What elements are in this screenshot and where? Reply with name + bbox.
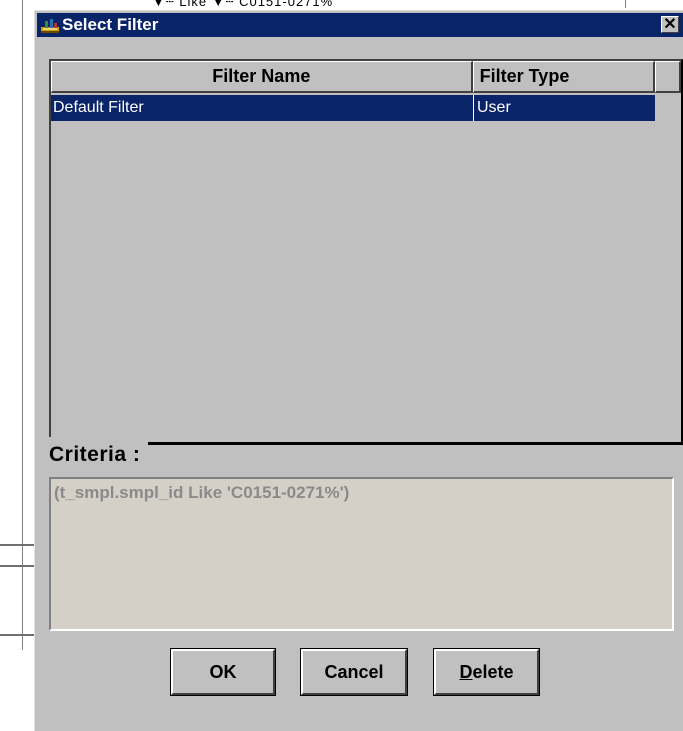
column-header-filter-name[interactable]: Filter Name — [51, 61, 473, 93]
filter-list[interactable]: Filter Name Filter Type Default Filter U… — [49, 59, 683, 445]
background-divider — [625, 0, 626, 8]
ok-button[interactable]: OK — [170, 648, 276, 696]
title-bar[interactable]: Select Filter ✕ — [37, 13, 683, 37]
select-filter-dialog: Select Filter ✕ Filter Name Filter Type … — [34, 10, 683, 731]
cancel-button[interactable]: Cancel — [300, 648, 408, 696]
background-divider — [0, 565, 34, 567]
dialog-title: Select Filter — [62, 15, 159, 34]
close-button[interactable]: ✕ — [661, 16, 679, 33]
filter-type-cell: User — [477, 99, 511, 116]
delete-button[interactable]: Delete — [433, 648, 540, 696]
list-item[interactable]: Default Filter User — [51, 95, 655, 123]
delete-label: elete — [472, 661, 514, 682]
criteria-label: Criteria : — [49, 437, 149, 467]
background-filter-row: ▼┄ Like ▼┄ C0151-0271% — [152, 0, 334, 9]
list-header: Filter Name Filter Type — [51, 61, 681, 93]
column-header-filter-type[interactable]: Filter Type — [472, 61, 656, 93]
column-header-empty — [655, 61, 681, 93]
background-divider — [0, 634, 34, 636]
background-divider — [0, 544, 34, 546]
delete-accelerator-key: D — [459, 661, 473, 682]
app-icon — [41, 17, 59, 33]
background-left-panel — [0, 0, 34, 731]
criteria-textbox[interactable]: (t_smpl.smpl_id Like 'C0151-0271%') — [49, 477, 674, 631]
background-divider — [22, 0, 23, 650]
list-body[interactable]: Default Filter User — [51, 93, 681, 442]
filter-name-cell: Default Filter — [51, 95, 474, 121]
